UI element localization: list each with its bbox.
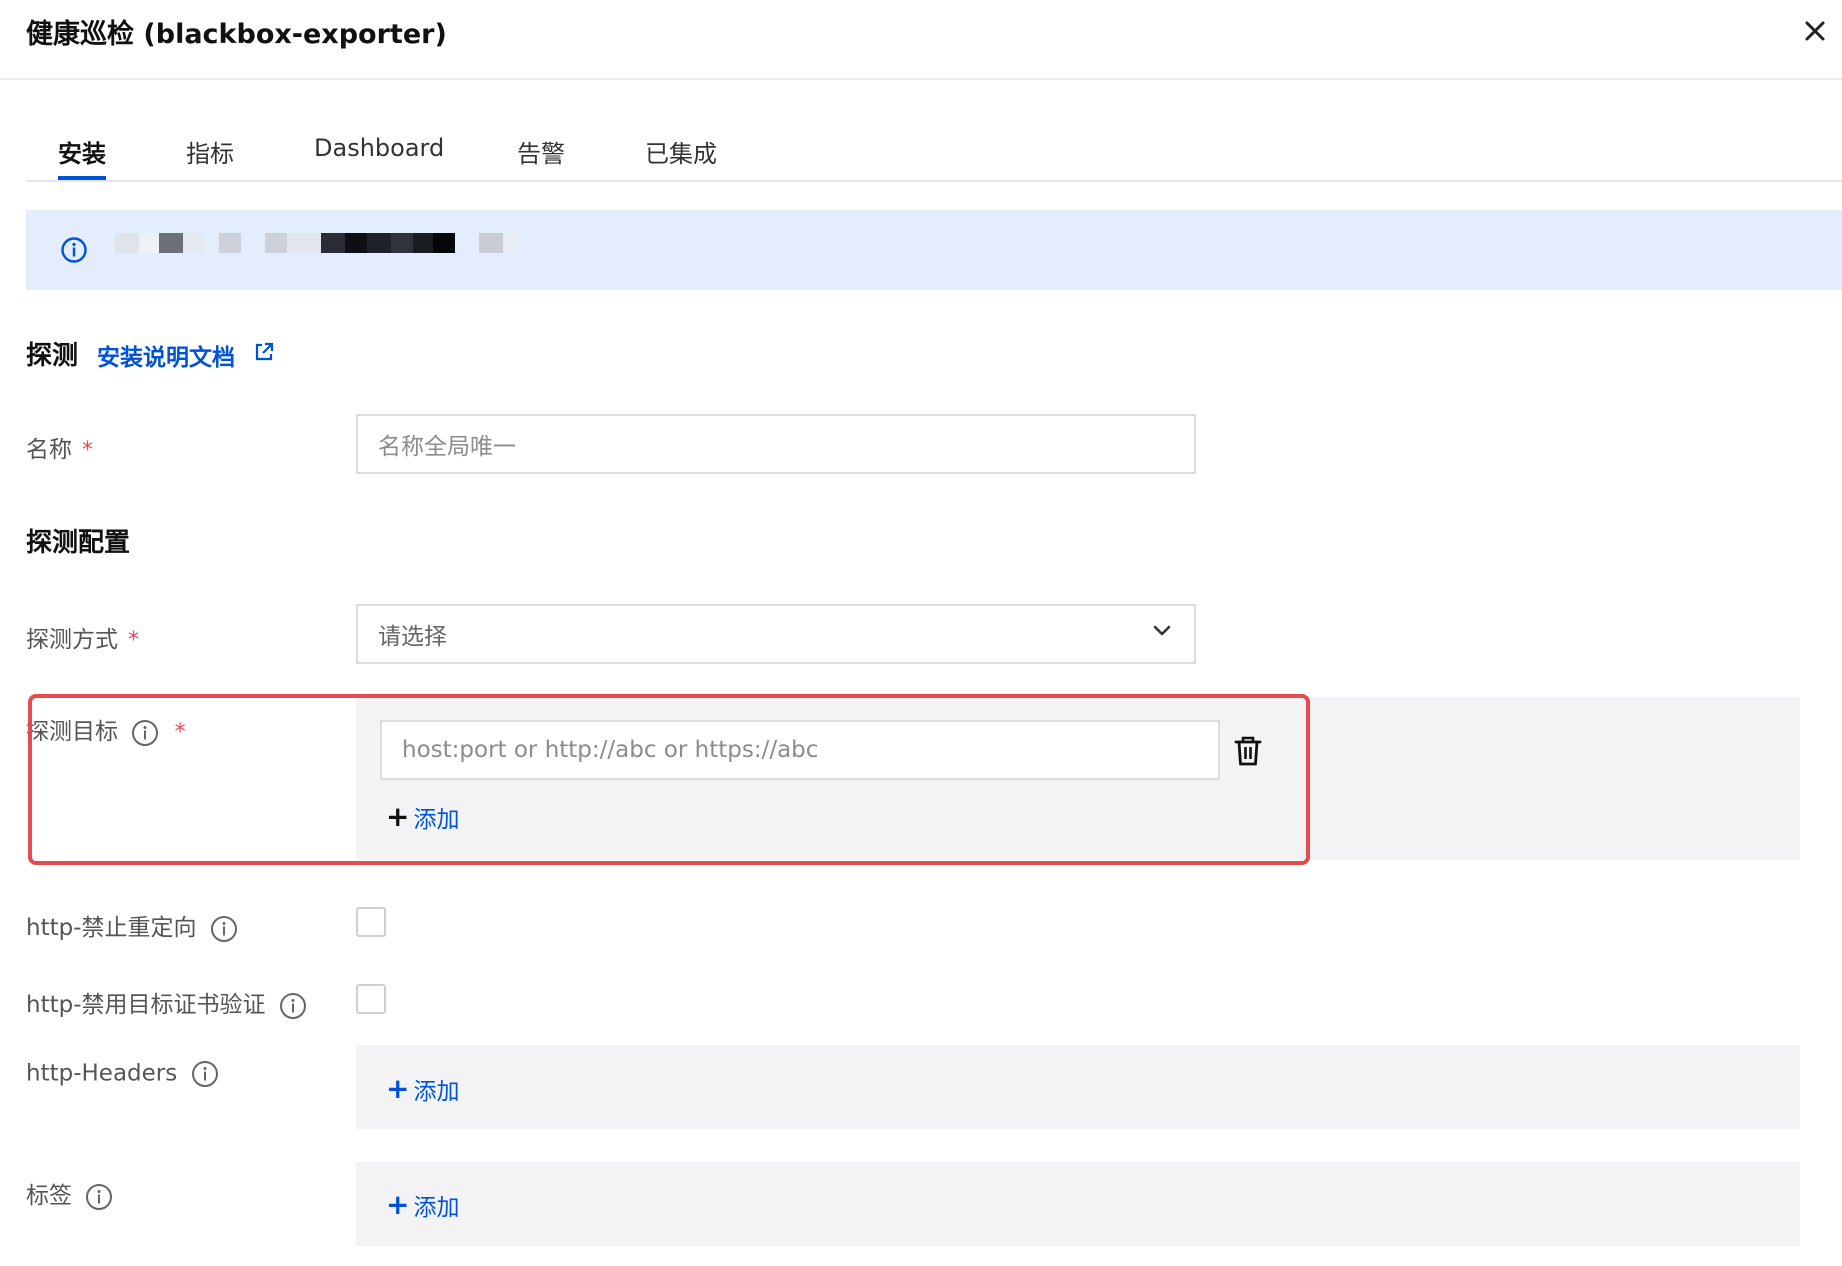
- tags-group: [356, 1162, 1800, 1246]
- info-icon[interactable]: [85, 1183, 113, 1211]
- tab-alerts[interactable]: 告警: [517, 134, 565, 169]
- name-label: 名称 *: [26, 437, 93, 463]
- skip-verify-label: http-禁用目标证书验证: [26, 985, 307, 1020]
- add-tag-button[interactable]: + 添加: [386, 1188, 459, 1222]
- section-config-title: 探测配置: [26, 528, 131, 558]
- close-icon[interactable]: [1798, 14, 1832, 48]
- tab-bar: 安装 指标 Dashboard 告警 已集成: [26, 130, 1842, 182]
- method-select-value: 请选择: [378, 624, 447, 650]
- tags-label: 标签: [26, 1176, 113, 1211]
- tab-metrics[interactable]: 指标: [186, 134, 234, 169]
- redacted-banner-text: [115, 233, 519, 253]
- skip-verify-checkbox[interactable]: [356, 984, 386, 1014]
- info-icon[interactable]: [279, 992, 307, 1020]
- method-label: 探测方式 *: [26, 627, 139, 653]
- plus-icon: +: [386, 1188, 410, 1221]
- chevron-down-icon: [1153, 625, 1171, 636]
- info-icon[interactable]: [191, 1060, 219, 1088]
- method-select[interactable]: 请选择: [356, 604, 1196, 664]
- headers-label: http-Headers: [26, 1060, 219, 1088]
- plus-icon: +: [386, 1072, 410, 1105]
- highlight-annotation: [28, 694, 1310, 865]
- external-link-icon[interactable]: [253, 341, 275, 363]
- no-redirect-label: http-禁止重定向: [26, 908, 238, 943]
- active-tab-indicator: [58, 176, 106, 180]
- drawer-title: 健康巡检 (blackbox-exporter): [26, 19, 447, 50]
- name-input-placeholder: 名称全局唯一: [378, 434, 516, 460]
- add-header-button[interactable]: + 添加: [386, 1072, 459, 1106]
- install-doc-link[interactable]: 安装说明文档: [97, 338, 235, 372]
- tab-integrated[interactable]: 已集成: [645, 134, 717, 169]
- headers-group: [356, 1045, 1800, 1129]
- info-icon: [61, 237, 87, 263]
- tab-dashboard[interactable]: Dashboard: [314, 134, 444, 162]
- tab-install[interactable]: 安装: [58, 134, 106, 169]
- no-redirect-checkbox[interactable]: [356, 907, 386, 937]
- section-probe-title: 探测: [26, 341, 79, 371]
- info-icon[interactable]: [210, 915, 238, 943]
- name-input[interactable]: 名称全局唯一: [356, 414, 1196, 474]
